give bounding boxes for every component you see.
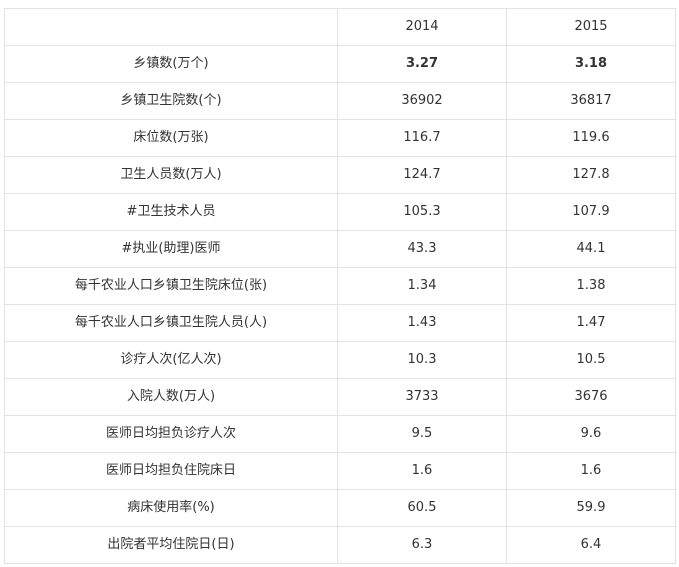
value-2014: 60.5 xyxy=(337,489,507,527)
value-2014: 10.3 xyxy=(337,341,507,379)
row-label: 医师日均担负诊疗人次 xyxy=(4,415,338,453)
row-label: #执业(助理)医师 xyxy=(4,230,338,268)
row-label: 每千农业人口乡镇卫生院人员(人) xyxy=(4,304,338,342)
row-label: 医师日均担负住院床日 xyxy=(4,452,338,490)
value-2015: 1.47 xyxy=(506,304,676,342)
value-2015: 3.18 xyxy=(506,45,676,83)
value-2015: 1.38 xyxy=(506,267,676,305)
table-row: 出院者平均住院日(日) 6.3 6.4 xyxy=(4,526,676,564)
header-cell-blank xyxy=(4,8,338,46)
row-label: #卫生技术人员 xyxy=(4,193,338,231)
table-row: 入院人数(万人) 3733 3676 xyxy=(4,378,676,416)
value-2015: 44.1 xyxy=(506,230,676,268)
value-2014: 1.34 xyxy=(337,267,507,305)
row-label: 床位数(万张) xyxy=(4,119,338,157)
table-row: #卫生技术人员 105.3 107.9 xyxy=(4,193,676,231)
row-label: 诊疗人次(亿人次) xyxy=(4,341,338,379)
table-row: 病床使用率(%) 60.5 59.9 xyxy=(4,489,676,527)
value-2015: 127.8 xyxy=(506,156,676,194)
table-row: 医师日均担负诊疗人次 9.5 9.6 xyxy=(4,415,676,453)
row-label: 入院人数(万人) xyxy=(4,378,338,416)
table-row: #执业(助理)医师 43.3 44.1 xyxy=(4,230,676,268)
table-row: 每千农业人口乡镇卫生院人员(人) 1.43 1.47 xyxy=(4,304,676,342)
value-2014: 9.5 xyxy=(337,415,507,453)
table-row: 床位数(万张) 116.7 119.6 xyxy=(4,119,676,157)
value-2014: 105.3 xyxy=(337,193,507,231)
value-2014: 36902 xyxy=(337,82,507,120)
value-2015: 1.6 xyxy=(506,452,676,490)
table-row: 乡镇卫生院数(个) 36902 36817 xyxy=(4,82,676,120)
table-row: 医师日均担负住院床日 1.6 1.6 xyxy=(4,452,676,490)
value-2015: 9.6 xyxy=(506,415,676,453)
header-cell-2015: 2015 xyxy=(506,8,676,46)
value-2015: 36817 xyxy=(506,82,676,120)
header-cell-2014: 2014 xyxy=(337,8,507,46)
value-2015: 3676 xyxy=(506,378,676,416)
row-label: 病床使用率(%) xyxy=(4,489,338,527)
row-label: 卫生人员数(万人) xyxy=(4,156,338,194)
value-2015: 107.9 xyxy=(506,193,676,231)
value-2014: 3733 xyxy=(337,378,507,416)
row-label: 每千农业人口乡镇卫生院床位(张) xyxy=(4,267,338,305)
value-2015: 10.5 xyxy=(506,341,676,379)
value-2015: 119.6 xyxy=(506,119,676,157)
value-2014: 6.3 xyxy=(337,526,507,564)
value-2014: 116.7 xyxy=(337,119,507,157)
table-row: 诊疗人次(亿人次) 10.3 10.5 xyxy=(4,341,676,379)
value-2015: 6.4 xyxy=(506,526,676,564)
value-2015: 59.9 xyxy=(506,489,676,527)
table-header-row: 2014 2015 xyxy=(4,8,676,46)
value-2014: 3.27 xyxy=(337,45,507,83)
table-row: 每千农业人口乡镇卫生院床位(张) 1.34 1.38 xyxy=(4,267,676,305)
table-row: 乡镇数(万个) 3.27 3.18 xyxy=(4,45,676,83)
row-label: 乡镇卫生院数(个) xyxy=(4,82,338,120)
value-2014: 43.3 xyxy=(337,230,507,268)
value-2014: 1.43 xyxy=(337,304,507,342)
value-2014: 124.7 xyxy=(337,156,507,194)
township-health-stats-table: 2014 2015 乡镇数(万个) 3.27 3.18 乡镇卫生院数(个) 36… xyxy=(4,8,676,564)
row-label: 乡镇数(万个) xyxy=(4,45,338,83)
row-label: 出院者平均住院日(日) xyxy=(4,526,338,564)
value-2014: 1.6 xyxy=(337,452,507,490)
table-row: 卫生人员数(万人) 124.7 127.8 xyxy=(4,156,676,194)
